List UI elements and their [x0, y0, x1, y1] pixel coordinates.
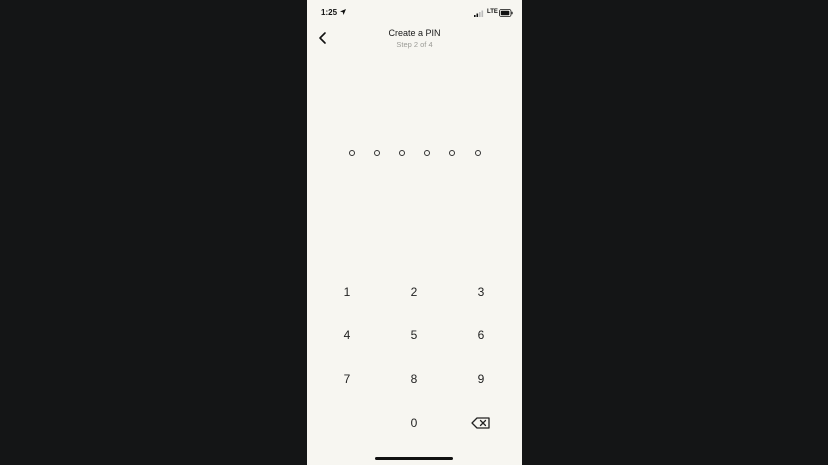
- backspace-icon: [471, 417, 490, 429]
- status-bar: 1:25 LTE: [307, 0, 522, 26]
- keypad-key-9[interactable]: 9: [456, 364, 506, 394]
- pin-dot: [349, 150, 355, 156]
- keypad-key-8[interactable]: 8: [389, 364, 439, 394]
- pin-dot: [449, 150, 455, 156]
- keypad-key-3[interactable]: 3: [456, 277, 506, 307]
- pin-dot: [399, 150, 405, 156]
- pin-dot: [374, 150, 380, 156]
- keypad-key-1[interactable]: 1: [322, 277, 372, 307]
- phone-screen: 1:25 LTE Create a PIN Step 2 of 4 1 2 3 …: [307, 0, 522, 465]
- location-arrow-icon: [340, 9, 346, 15]
- keypad-key-5[interactable]: 5: [389, 320, 439, 350]
- status-time: 1:25: [321, 8, 338, 17]
- keypad-key-0[interactable]: 0: [389, 408, 439, 438]
- network-type: LTE: [487, 9, 498, 15]
- step-indicator: Step 2 of 4: [396, 40, 433, 49]
- keypad-key-6[interactable]: 6: [456, 320, 506, 350]
- page-title: Create a PIN: [388, 28, 441, 38]
- keypad-key-7[interactable]: 7: [322, 364, 372, 394]
- backspace-button[interactable]: [471, 416, 491, 430]
- keypad-key-2[interactable]: 2: [389, 277, 439, 307]
- pin-dot: [475, 150, 481, 156]
- pin-dot: [424, 150, 430, 156]
- home-indicator[interactable]: [375, 457, 453, 460]
- keypad-key-4[interactable]: 4: [322, 320, 372, 350]
- signal-bars-icon: [474, 10, 484, 17]
- pin-dots: [307, 150, 522, 158]
- battery-icon: [499, 9, 513, 17]
